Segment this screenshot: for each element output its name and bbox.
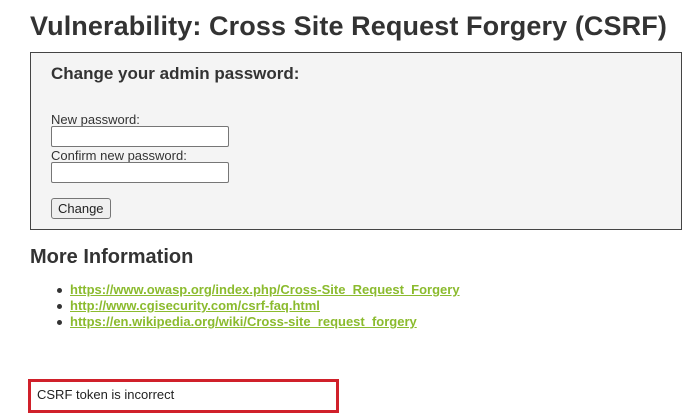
wikipedia-csrf-link[interactable]: https://en.wikipedia.org/wiki/Cross-site… (70, 314, 417, 329)
confirm-password-field[interactable] (51, 162, 229, 183)
owasp-csrf-link[interactable]: https://www.owasp.org/index.php/Cross-Si… (70, 282, 460, 297)
more-info-heading: More Information (30, 246, 194, 268)
error-message-box: CSRF token is incorrect (28, 379, 339, 413)
bullet-icon (57, 304, 62, 309)
error-message-text: CSRF token is incorrect (37, 387, 175, 402)
change-button[interactable]: Change (51, 198, 111, 219)
new-password-label: New password: (51, 112, 140, 127)
new-password-field[interactable] (51, 126, 229, 147)
list-item: https://en.wikipedia.org/wiki/Cross-site… (52, 314, 460, 330)
cgisecurity-csrf-faq-link[interactable]: http://www.cgisecurity.com/csrf-faq.html (70, 298, 320, 313)
more-info-link-list: https://www.owasp.org/index.php/Cross-Si… (52, 282, 460, 330)
list-item: https://www.owasp.org/index.php/Cross-Si… (52, 282, 460, 298)
change-password-form: Change your admin password: New password… (30, 52, 682, 230)
bullet-icon (57, 288, 62, 293)
form-heading: Change your admin password: (51, 64, 300, 83)
page-title: Vulnerability: Cross Site Request Forger… (30, 11, 667, 41)
list-item: http://www.cgisecurity.com/csrf-faq.html (52, 298, 460, 314)
bullet-icon (57, 320, 62, 325)
confirm-password-label: Confirm new password: (51, 148, 187, 163)
